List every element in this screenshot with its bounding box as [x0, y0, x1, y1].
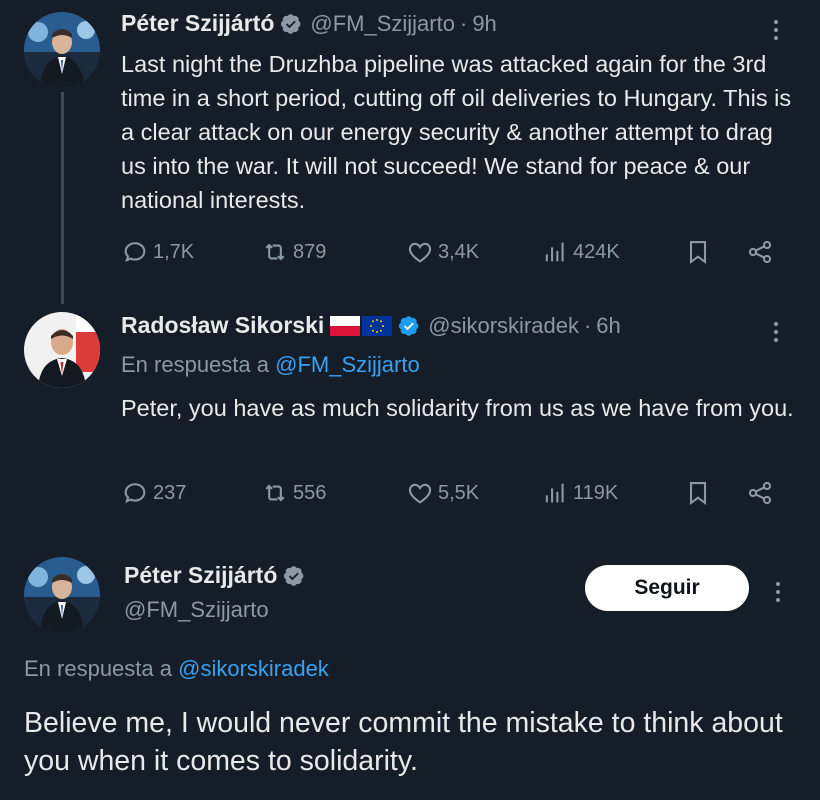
reply-context: En respuesta a @FM_Szijjarto [121, 352, 420, 378]
more-options-icon[interactable] [772, 578, 784, 606]
share-icon [748, 240, 772, 264]
like-button[interactable]: 5,5K [406, 479, 479, 507]
eu-flag-icon [362, 315, 393, 336]
tweet-text: Peter, you have as much solidarity from … [121, 395, 794, 421]
tweet-text: Last night the Druzhba pipeline was atta… [121, 51, 792, 213]
author-handle[interactable]: @sikorskiradek [428, 313, 579, 339]
tweet-time[interactable]: 6h [596, 313, 620, 339]
reply-icon [124, 242, 146, 263]
reply-button[interactable]: 237 [121, 479, 186, 507]
more-options-icon[interactable] [770, 16, 782, 44]
like-count: 3,4K [438, 240, 480, 263]
reply-mention-link[interactable]: @FM_Szijjarto [275, 352, 420, 377]
main-tweet-text: Believe me, I would never commit the mis… [24, 707, 783, 777]
avatar-szijjarto[interactable] [24, 557, 100, 633]
reply-prefix: En respuesta a [121, 352, 269, 377]
share-icon [748, 481, 772, 505]
follow-button[interactable]: Seguir [585, 565, 749, 611]
author-name[interactable]: Péter Szijjártó [121, 10, 274, 37]
views-button[interactable]: 119K [541, 479, 618, 507]
views-icon [545, 242, 564, 262]
retweet-icon [265, 243, 285, 261]
bookmark-icon [689, 482, 707, 506]
retweet-button[interactable]: 879 [261, 238, 326, 266]
bookmark-button[interactable] [684, 479, 716, 507]
verified-badge-icon [281, 13, 301, 34]
reply-count: 1,7K [153, 240, 195, 263]
tweet-header: Péter Szijjártó @FM_Szijjarto · 9h [121, 10, 497, 37]
retweet-button[interactable]: 556 [261, 479, 326, 507]
reply-mention-link[interactable]: @sikorskiradek [178, 656, 329, 681]
separator-dot: · [459, 10, 468, 36]
author-name[interactable]: Péter Szijjártó [124, 562, 277, 589]
views-icon [545, 483, 564, 503]
tweet-time[interactable]: 9h [472, 11, 496, 37]
thread-line [61, 92, 64, 304]
retweet-count: 556 [293, 481, 327, 504]
reply-button[interactable]: 1,7K [121, 238, 194, 266]
bookmark-button[interactable] [684, 238, 716, 266]
share-button[interactable] [746, 479, 778, 507]
heart-icon [408, 242, 432, 263]
avatar-szijjarto[interactable] [24, 12, 100, 88]
tweet-actions: 1,7K 879 3,4K 424K [121, 238, 781, 272]
separator-dot: · [583, 312, 592, 338]
tweet-header: Radosław Sikorski @sikorskiradek · 6h [121, 312, 621, 339]
poland-flag-icon [330, 315, 361, 336]
avatar-sikorski[interactable] [24, 312, 100, 388]
author-handle[interactable]: @FM_Szijjarto [310, 11, 455, 37]
verified-badge-icon [399, 315, 419, 336]
tweet-actions: 237 556 5,5K 119K [121, 479, 781, 513]
bookmark-icon [689, 241, 707, 265]
like-count: 5,5K [438, 481, 480, 504]
like-button[interactable]: 3,4K [406, 238, 479, 266]
views-count: 424K [573, 240, 620, 263]
reply-context: En respuesta a @sikorskiradek [24, 656, 329, 682]
reply-icon [124, 483, 146, 504]
reply-prefix: En respuesta a [24, 656, 172, 681]
verified-badge-icon [284, 565, 304, 586]
retweet-icon [265, 484, 285, 502]
main-tweet-header: Péter Szijjártó [124, 562, 305, 589]
reply-count: 237 [153, 481, 187, 504]
share-button[interactable] [746, 238, 778, 266]
author-handle[interactable]: @FM_Szijjarto [124, 597, 269, 623]
author-name[interactable]: Radosław Sikorski [121, 312, 324, 339]
views-count: 119K [573, 481, 619, 504]
retweet-count: 879 [293, 240, 327, 263]
views-button[interactable]: 424K [541, 238, 620, 266]
more-options-icon[interactable] [770, 318, 782, 346]
heart-icon [408, 483, 432, 504]
